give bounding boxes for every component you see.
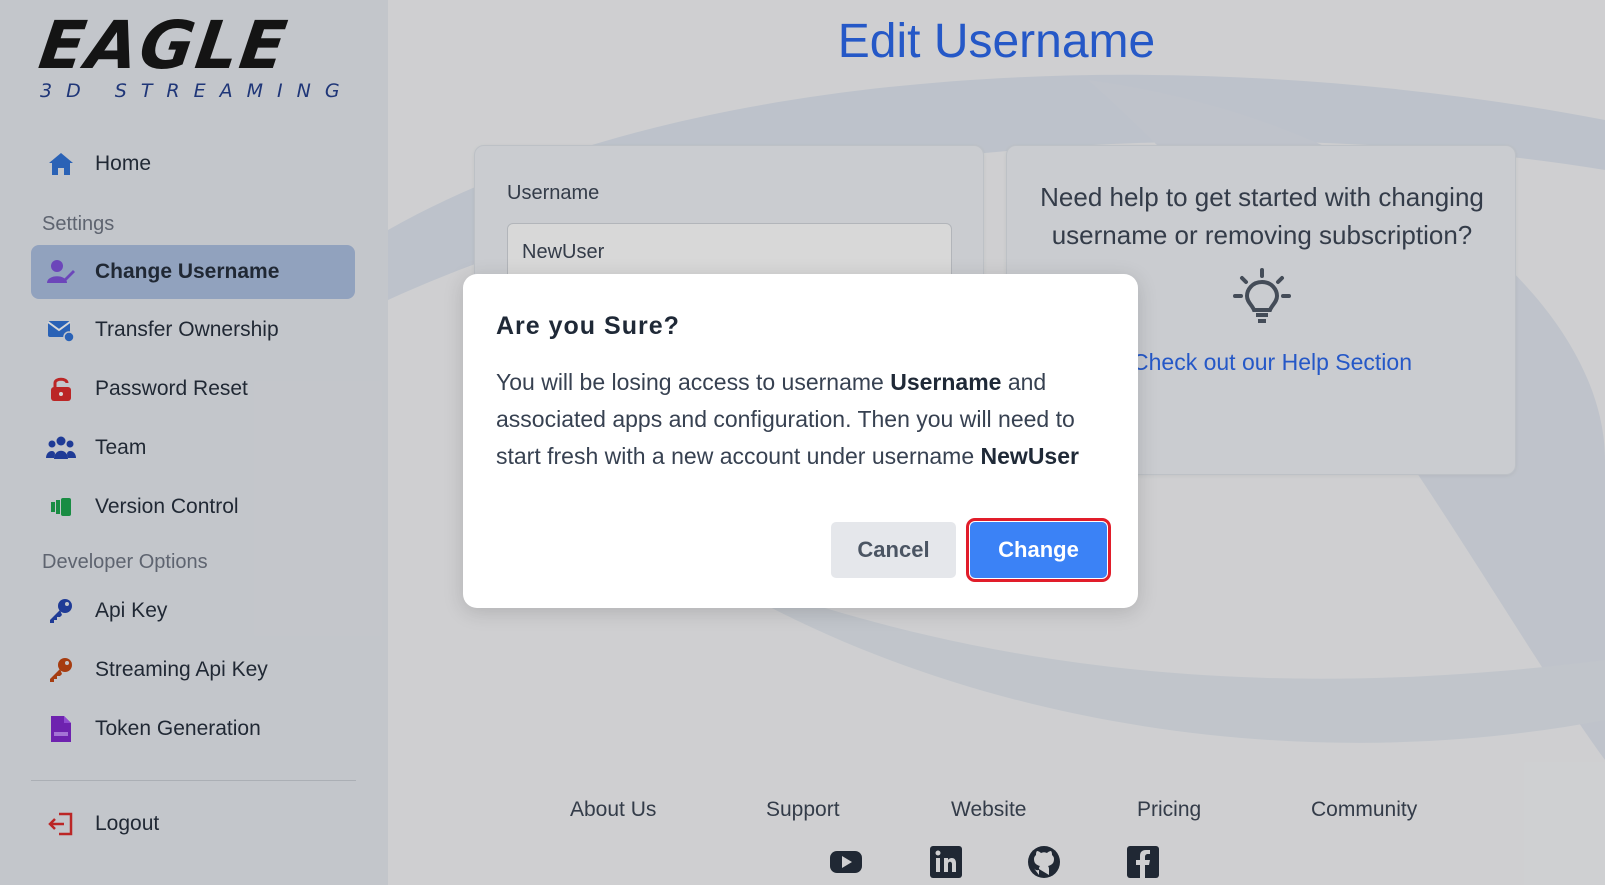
cancel-button[interactable]: Cancel — [831, 522, 956, 578]
dialog-title: Are you Sure? — [496, 312, 680, 340]
old-username: Username — [890, 369, 1002, 395]
confirm-dialog: Are you Sure? You will be losing access … — [463, 274, 1138, 608]
dialog-message-part: You will be losing access to username — [496, 369, 891, 395]
change-button[interactable]: Change — [966, 518, 1111, 582]
dialog-message: You will be losing access to username Us… — [496, 364, 1096, 475]
new-username: NewUser — [980, 443, 1079, 469]
